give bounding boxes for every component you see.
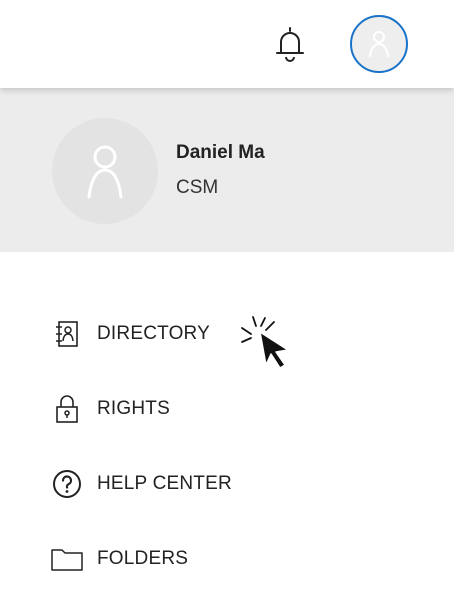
profile-name: Daniel Ma: [176, 142, 265, 163]
menu-item-folders[interactable]: FOLDERS: [0, 522, 454, 597]
folder-icon: [50, 542, 84, 576]
menu-item-label: FOLDERS: [97, 548, 189, 569]
help-icon: [50, 467, 84, 501]
top-bar: [0, 0, 454, 88]
menu-item-label: DIRECTORY: [97, 323, 211, 344]
menu-item-directory[interactable]: DIRECTORY: [0, 297, 454, 372]
notifications-button[interactable]: [270, 24, 310, 64]
user-icon: [369, 31, 389, 57]
profile-role: CSM: [176, 177, 219, 198]
app-screen: Daniel Ma CSM DIRECTORY RIGHTS HELP CENT…: [0, 0, 454, 598]
user-icon: [87, 145, 123, 199]
bell-icon: [276, 27, 304, 62]
menu-item-help-center[interactable]: HELP CENTER: [0, 447, 454, 522]
mouse-pointer-icon: [241, 316, 289, 369]
side-menu: DIRECTORY RIGHTS HELP CENTER FOLDERS: [0, 297, 454, 597]
lock-icon: [50, 392, 84, 426]
user-avatar-button[interactable]: [350, 15, 408, 73]
profile-card: Daniel Ma CSM: [0, 88, 454, 252]
menu-item-label: RIGHTS: [97, 398, 170, 419]
menu-item-label: HELP CENTER: [97, 473, 232, 494]
menu-item-rights[interactable]: RIGHTS: [0, 372, 454, 447]
directory-icon: [50, 317, 84, 351]
profile-avatar: [52, 118, 158, 224]
